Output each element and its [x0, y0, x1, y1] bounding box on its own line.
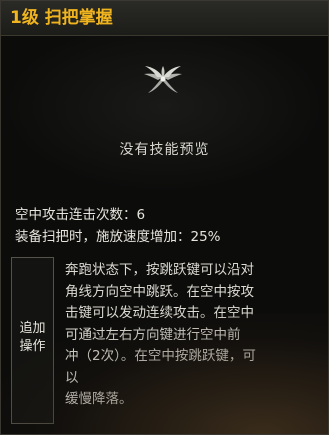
skill-stats: 空中攻击连击次数：6 装备扫把时，施放速度增加：25% — [15, 204, 221, 248]
no-preview-text: 没有技能预览 — [119, 142, 210, 158]
description-line: 缓慢降落。 — [65, 391, 133, 407]
winged-skill-icon — [144, 66, 182, 93]
tooltip-header: 1级 扫把掌握 — [1, 1, 328, 36]
stat-line-combo: 空中攻击连击次数：6 — [15, 207, 146, 223]
description-line: 以 — [65, 369, 79, 386]
skill-tooltip: 1级 扫把掌握 没有技能预览 空中攻击连击次数：6 装备扫把时，施放速度增加：2… — [0, 0, 329, 435]
description-line: 击键可以发动连续攻击。在空中 — [65, 305, 254, 321]
description-line: 角线方向空中跳跃。在空中按攻 — [65, 283, 254, 300]
skill-title: 1级 扫把掌握 — [10, 8, 113, 28]
addon-label-line-2: 操作 — [19, 339, 46, 354]
description-line: 奔跑状态下，按跳跃键可以沿对 — [65, 262, 254, 278]
skill-preview-area: 没有技能预览 — [1, 36, 328, 193]
stat-line-cast-speed: 装备扫把时，施放速度增加：25% — [15, 229, 221, 245]
description-line: 可通过左右方向键进行空中前 — [65, 326, 241, 343]
addon-operation-description: 奔跑状态下，按跳跃键可以沿对 角线方向空中跳跃。在空中按攻 击键可以发动连续攻击… — [65, 260, 315, 411]
description-line: 冲（2次）。在空中按跳跃键，可 — [65, 348, 256, 364]
addon-label-line-1: 追加 — [19, 321, 46, 336]
addon-operation-label: 追加 操作 — [12, 320, 53, 356]
addon-operation-label-box: 追加 操作 — [11, 257, 54, 424]
